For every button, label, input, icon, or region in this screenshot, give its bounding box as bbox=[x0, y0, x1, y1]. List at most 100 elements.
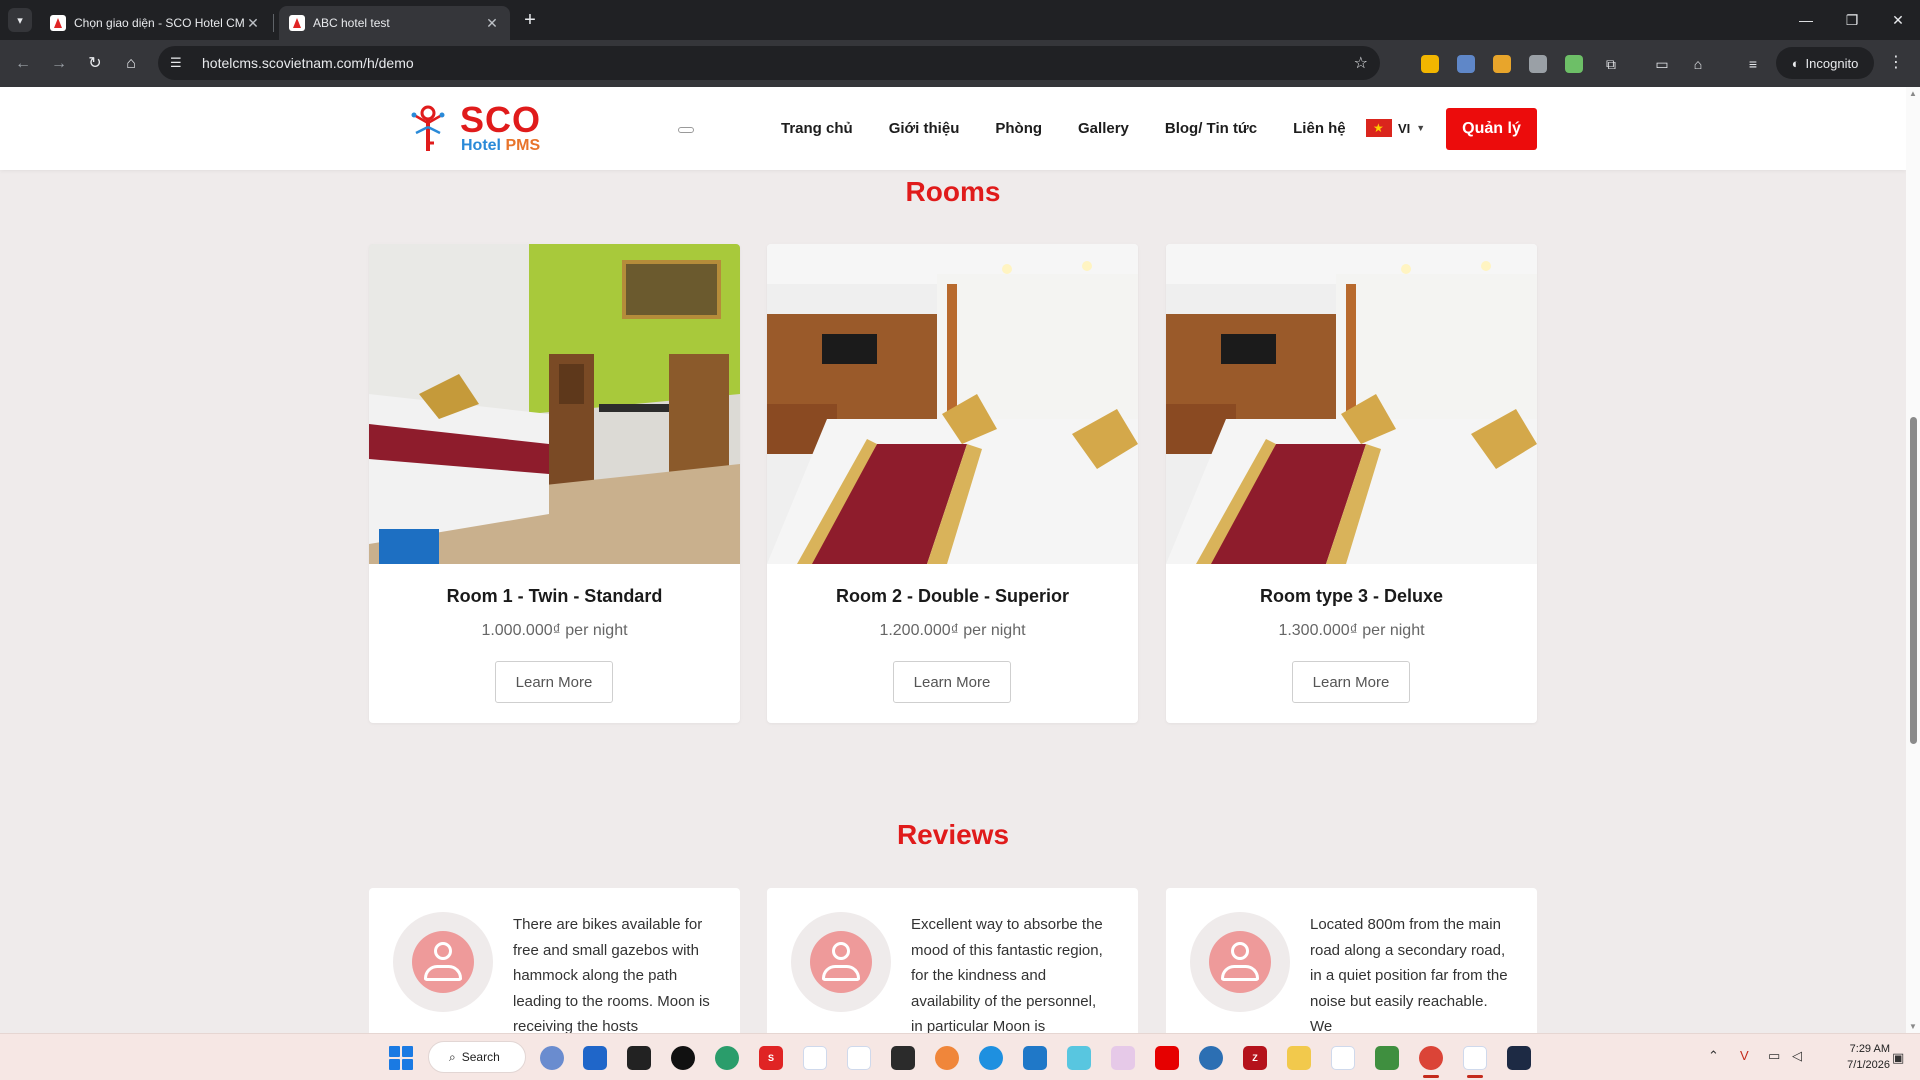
browser-tab-2[interactable]: ABC hotel test ✕ bbox=[279, 6, 510, 40]
nav-item-blog[interactable]: Blog/ Tin tức bbox=[1165, 120, 1257, 137]
incognito-label: Incognito bbox=[1805, 55, 1859, 71]
ai-app-icon[interactable] bbox=[1507, 1046, 1531, 1070]
language-selector[interactable]: VI ▼ bbox=[1366, 119, 1425, 137]
terminal-app-icon[interactable] bbox=[891, 1046, 915, 1070]
cloud-app-icon[interactable] bbox=[1199, 1046, 1223, 1070]
taskbar-clock[interactable]: 7:29 AM 7/1/2026 bbox=[1826, 1041, 1890, 1073]
browser-tab-1[interactable]: Chọn giao diện - SCO Hotel CMS ✕ bbox=[40, 6, 271, 40]
room-name: Room type 3 - Deluxe bbox=[1259, 586, 1444, 606]
shopee-app-icon[interactable]: S bbox=[759, 1046, 783, 1070]
extensions-puzzle-icon[interactable]: ⧉ bbox=[1601, 54, 1621, 74]
room-3-image bbox=[1166, 244, 1537, 564]
scroll-up-icon[interactable]: ▲ bbox=[1909, 89, 1917, 98]
address-bar[interactable]: ☰ hotelcms.scovietnam.com/h/demo ☆ bbox=[158, 46, 1380, 80]
clickup-app-icon[interactable] bbox=[540, 1046, 564, 1070]
learn-more-button[interactable]: Learn More bbox=[893, 661, 1011, 703]
restore-icon[interactable]: ❐ bbox=[1832, 8, 1872, 32]
nav-item-contact[interactable]: Liên hệ bbox=[1293, 120, 1346, 137]
room-photo[interactable] bbox=[767, 244, 1138, 564]
chrome-app-icon[interactable] bbox=[1419, 1046, 1443, 1070]
scrollbar-thumb[interactable] bbox=[1910, 417, 1917, 744]
user-avatar-icon bbox=[1190, 912, 1290, 1012]
zalo-app-icon[interactable] bbox=[803, 1046, 827, 1070]
nav-item-about[interactable]: Giới thiệu bbox=[889, 120, 960, 137]
volume-icon[interactable]: ◁ bbox=[1792, 1048, 1802, 1064]
room-name: Room 1 - Twin - Standard bbox=[446, 586, 663, 606]
new-tab-button[interactable]: + bbox=[518, 9, 542, 33]
file-explorer-icon[interactable] bbox=[1287, 1046, 1311, 1070]
snipping-tool-icon[interactable] bbox=[847, 1046, 871, 1070]
zalo-pc-app-icon[interactable] bbox=[1331, 1046, 1355, 1070]
learn-more-button[interactable]: Learn More bbox=[1292, 661, 1410, 703]
extension-sq-icon[interactable] bbox=[1493, 55, 1511, 73]
close-icon[interactable]: ✕ bbox=[484, 15, 500, 32]
learn-more-button[interactable]: Learn More bbox=[495, 661, 613, 703]
minimize-icon[interactable]: — bbox=[1786, 8, 1826, 32]
extension-leaf-icon[interactable] bbox=[1565, 55, 1583, 73]
chevron-up-icon[interactable]: ⌃ bbox=[1708, 1048, 1719, 1064]
main-nav: Trang chủ Giới thiệu Phòng Gallery Blog/… bbox=[781, 87, 1382, 170]
bookmark-star-icon[interactable]: ☆ bbox=[1354, 53, 1368, 73]
language-code: VI bbox=[1398, 120, 1411, 136]
forward-arrow-icon[interactable]: → bbox=[47, 52, 71, 76]
home-icon[interactable]: ⌂ bbox=[119, 52, 143, 76]
menu-kebab-icon[interactable]: ⋮ bbox=[1886, 52, 1906, 72]
sco-favicon-icon bbox=[289, 15, 305, 31]
unikey-icon[interactable]: V bbox=[1740, 1048, 1749, 1063]
tab-title: ABC hotel test bbox=[313, 16, 390, 30]
outlook-app-icon[interactable] bbox=[583, 1046, 607, 1070]
sco-logo-icon bbox=[411, 105, 445, 151]
filezilla-app-icon[interactable]: Z bbox=[1243, 1046, 1267, 1070]
network-icon[interactable]: ▭ bbox=[1768, 1048, 1780, 1064]
reading-list-icon[interactable]: ▭ bbox=[1652, 54, 1672, 74]
site-logo[interactable]: SCO Hotel PMS bbox=[410, 101, 560, 157]
room-photo[interactable] bbox=[369, 244, 740, 564]
recorder-app-icon[interactable] bbox=[671, 1046, 695, 1070]
youtube-app-icon[interactable] bbox=[1155, 1046, 1179, 1070]
copilot-app-icon[interactable] bbox=[979, 1046, 1003, 1070]
notification-bell-icon[interactable]: ▣ bbox=[1892, 1050, 1904, 1066]
url-text[interactable]: hotelcms.scovietnam.com/h/demo bbox=[202, 55, 1354, 71]
nav-item-home[interactable]: Trang chủ bbox=[781, 120, 853, 137]
menu-toggle-icon[interactable] bbox=[678, 127, 694, 133]
sheets-app-icon[interactable] bbox=[1375, 1046, 1399, 1070]
figma-app-icon[interactable] bbox=[1111, 1046, 1135, 1070]
close-window-icon[interactable]: ✕ bbox=[1878, 8, 1918, 32]
manage-button[interactable]: Quản lý bbox=[1446, 108, 1537, 150]
browser-tab-bar: ▾ Chọn giao diện - SCO Hotel CMS ✕ ABC h… bbox=[0, 0, 1920, 40]
nav-item-rooms[interactable]: Phòng bbox=[995, 120, 1042, 137]
room-2-image bbox=[767, 244, 1138, 564]
chrome-incognito-app-icon[interactable] bbox=[1463, 1046, 1487, 1070]
extension-window-icon[interactable] bbox=[1457, 55, 1475, 73]
extension-notes-icon[interactable] bbox=[1421, 55, 1439, 73]
windows-start-icon[interactable] bbox=[389, 1046, 413, 1070]
incognito-icon: ◐ bbox=[1791, 55, 1800, 71]
tab-search-button[interactable]: ▾ bbox=[8, 8, 32, 32]
sco-favicon-icon bbox=[50, 15, 66, 31]
incognito-mode-icon[interactable]: ⌂ bbox=[1688, 54, 1708, 74]
clock-date: 7/1/2026 bbox=[1847, 1059, 1890, 1071]
site-info-icon[interactable]: ☰ bbox=[170, 55, 194, 71]
taskbar-search[interactable]: ⌕ Search bbox=[428, 1041, 526, 1073]
room-price: 1.300.000₫ per night bbox=[1278, 622, 1425, 639]
incognito-badge[interactable]: ◐ Incognito bbox=[1776, 47, 1874, 79]
close-icon[interactable]: ✕ bbox=[245, 15, 261, 32]
claude-app-icon[interactable] bbox=[935, 1046, 959, 1070]
reload-icon[interactable]: ↻ bbox=[83, 52, 107, 76]
vscode-app-icon[interactable] bbox=[1023, 1046, 1047, 1070]
scroll-down-icon[interactable]: ▼ bbox=[1909, 1022, 1917, 1031]
review-text: Located 800m from the main road along a … bbox=[1310, 916, 1508, 1035]
mail-app-icon[interactable] bbox=[1067, 1046, 1091, 1070]
nav-item-gallery[interactable]: Gallery bbox=[1078, 120, 1129, 137]
site-header: SCO Hotel PMS Trang chủ Giới thiệu Phòng… bbox=[0, 87, 1906, 170]
room-card: Room 1 - Twin - Standard 1.000.000₫ per … bbox=[369, 244, 740, 723]
edge-app-icon[interactable] bbox=[715, 1046, 739, 1070]
media-control-icon[interactable]: ≡ bbox=[1743, 54, 1763, 74]
back-arrow-icon[interactable]: ← bbox=[11, 52, 35, 76]
page-scrollbar[interactable]: ▲ ▼ bbox=[1906, 87, 1920, 1033]
room-photo[interactable] bbox=[1166, 244, 1537, 564]
sticky-notes-app-icon[interactable] bbox=[627, 1046, 651, 1070]
extension-camera-icon[interactable] bbox=[1529, 55, 1547, 73]
rooms-heading: Rooms bbox=[905, 176, 1001, 207]
search-label: Search bbox=[461, 1050, 500, 1064]
